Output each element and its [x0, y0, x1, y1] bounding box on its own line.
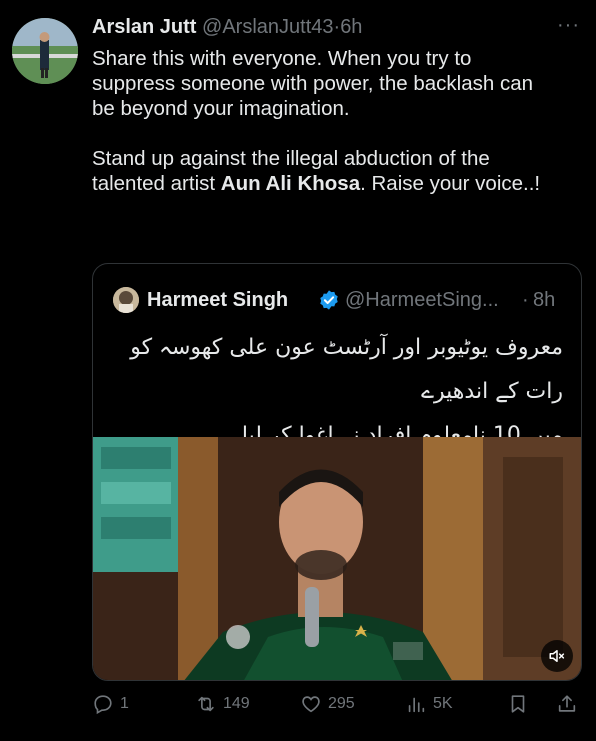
views-count: 5K — [433, 695, 453, 712]
share-button[interactable] — [556, 690, 578, 718]
tweet-time[interactable]: 6h — [340, 16, 362, 38]
like-button[interactable]: 295 — [300, 690, 355, 718]
like-count: 295 — [328, 695, 355, 712]
author-name[interactable]: Arslan Jutt — [92, 16, 196, 38]
repost-count: 149 — [223, 695, 250, 712]
share-icon — [558, 695, 576, 712]
views-icon — [408, 697, 425, 713]
verified-icon — [320, 290, 338, 310]
more-options-icon[interactable]: ··· — [557, 14, 580, 37]
quote-time[interactable]: 8h — [533, 288, 555, 312]
mute-button[interactable] — [541, 640, 573, 672]
quote-author-name[interactable]: Harmeet Singh — [147, 288, 288, 312]
bookmark-button[interactable] — [507, 690, 529, 718]
tweet-paragraph-1: Share this with everyone. When you try t… — [92, 47, 534, 120]
reply-count: 1 — [120, 695, 129, 712]
views-button[interactable]: 5K — [405, 690, 453, 718]
quote-video[interactable] — [93, 437, 581, 680]
quote-text-line-1: معروف یوٹیوبر اور آرٹسٹ عون علی کھوسہ کو… — [130, 335, 563, 404]
quote-author-avatar[interactable] — [113, 287, 139, 313]
mute-icon — [549, 650, 565, 662]
bookmark-icon — [511, 695, 525, 713]
video-frame — [93, 437, 581, 680]
tweet-text: Share this with everyone. When you try t… — [92, 46, 552, 196]
reply-button[interactable]: 1 — [92, 690, 129, 718]
author-avatar[interactable] — [12, 18, 78, 84]
quoted-tweet[interactable]: Harmeet Singh @HarmeetSing... · 8h معروف… — [92, 263, 582, 681]
action-bar: 1 149 295 5K — [92, 690, 586, 720]
repost-button[interactable]: 149 — [195, 690, 250, 718]
tweet[interactable]: Arslan Jutt @ArslanJutt43·6h ··· Share t… — [0, 0, 596, 741]
quote-author-handle[interactable]: @HarmeetSing... — [345, 288, 499, 312]
artist-name: Aun Ali Khosa — [220, 172, 361, 195]
like-icon — [302, 696, 320, 713]
repost-icon — [198, 696, 214, 712]
author-handle[interactable]: @ArslanJutt43 — [202, 16, 333, 38]
tweet-header: Arslan Jutt @ArslanJutt43·6h — [92, 14, 362, 40]
tweet-paragraph-2: Stand up against the illegal abduction o… — [92, 146, 552, 196]
tweet-text-segment: . Raise your voice..! — [360, 172, 541, 195]
reply-icon — [94, 695, 112, 715]
separator-dot: · — [522, 289, 529, 311]
